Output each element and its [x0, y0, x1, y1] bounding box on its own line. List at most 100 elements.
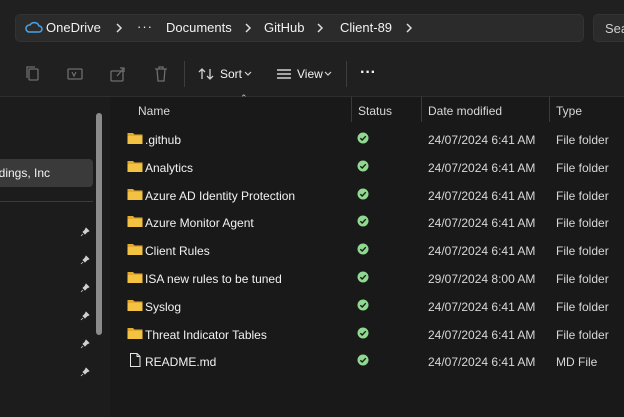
share-icon[interactable] — [108, 64, 128, 84]
file-row[interactable]: README.md 24/07/2024 6:41 AM MD File — [110, 348, 624, 375]
more-options-button[interactable]: ··· — [360, 64, 380, 84]
file-icon — [130, 353, 141, 368]
file-name[interactable]: ISA new rules to be tuned — [145, 272, 282, 286]
onedrive-cloud-icon — [25, 21, 43, 33]
folder-icon — [127, 216, 143, 228]
sidebar-item-label: ldings, Inc — [0, 166, 51, 180]
date-modified: 24/07/2024 6:41 AM — [428, 133, 536, 147]
delete-icon[interactable] — [151, 64, 171, 84]
pin-icon[interactable] — [80, 255, 90, 265]
pin-icon[interactable] — [80, 283, 90, 293]
synced-status-icon — [357, 243, 369, 255]
title-bar: OneDrive ··· Documents GitHub Client-89 … — [0, 0, 624, 52]
folder-icon — [127, 160, 143, 172]
folder-icon — [127, 244, 143, 256]
file-type: File folder — [556, 244, 609, 259]
file-row[interactable]: Client Rules 24/07/2024 6:41 AM File folde… — [110, 237, 624, 264]
file-type: File folder — [556, 133, 609, 147]
file-type: File folder — [556, 188, 609, 203]
sort-ascending-icon: ⌃ — [240, 93, 248, 103]
column-separator[interactable] — [549, 97, 550, 122]
date-modified: 24/07/2024 6:41 AM — [428, 188, 536, 203]
folder-icon — [127, 272, 143, 283]
file-type: File folder — [556, 160, 609, 175]
sort-label: Sort — [220, 67, 243, 81]
folder-icon — [127, 327, 143, 339]
file-row[interactable]: .github 24/07/2024 6:41 AM File folder — [110, 126, 624, 153]
file-name[interactable]: README.md — [145, 355, 216, 369]
breadcrumb-overflow[interactable]: ··· — [137, 19, 153, 34]
copy-icon[interactable] — [23, 64, 43, 84]
column-separator[interactable] — [421, 97, 422, 122]
file-name[interactable]: Syslog — [145, 300, 181, 314]
file-type: File folder — [556, 272, 609, 286]
address-bar[interactable]: OneDrive ··· Documents GitHub Client-89 — [15, 14, 584, 42]
more-icon: ··· — [360, 64, 376, 81]
pin-icon[interactable] — [80, 227, 90, 237]
date-modified: 24/07/2024 6:41 AM — [428, 327, 536, 342]
synced-status-icon — [357, 160, 369, 172]
view-label: View — [297, 67, 323, 81]
folder-icon — [127, 299, 143, 311]
breadcrumb-onedrive[interactable]: OneDrive — [46, 20, 101, 35]
toolbar-separator — [346, 61, 347, 87]
file-row[interactable]: Syslog 24/07/2024 6:41 AM File folder — [110, 293, 624, 320]
navigation-scrollbar[interactable] — [96, 113, 102, 335]
chevron-right-icon[interactable] — [241, 19, 255, 37]
file-name[interactable]: Client Rules — [145, 244, 210, 258]
rename-icon[interactable] — [65, 64, 85, 84]
column-header-name[interactable]: Name — [138, 104, 170, 118]
column-header-type[interactable]: Type — [556, 104, 582, 118]
toolbar-separator — [184, 61, 185, 87]
sidebar-item-selected[interactable]: ldings, Inc — [0, 159, 93, 187]
chevron-right-icon[interactable] — [313, 19, 327, 37]
file-name[interactable]: Azure Monitor Agent — [145, 216, 254, 230]
view-list-icon — [277, 69, 291, 79]
file-name[interactable]: Analytics — [145, 161, 193, 175]
breadcrumb-documents[interactable]: Documents — [166, 20, 232, 35]
file-row[interactable]: ISA new rules to be tuned 29/07/2024 8:00… — [110, 265, 624, 292]
search-box[interactable]: Search — [593, 14, 624, 42]
date-modified: 24/07/2024 6:41 AM — [428, 299, 536, 314]
pin-icon[interactable] — [80, 339, 90, 349]
pin-icon[interactable] — [80, 367, 90, 377]
file-type: File folder — [556, 216, 609, 231]
navigation-pane — [0, 97, 108, 417]
file-name[interactable]: .github — [145, 133, 181, 147]
breadcrumb-client-89[interactable]: Client-89 — [340, 20, 392, 35]
sort-button[interactable]: Sort — [198, 64, 256, 84]
folder-icon — [127, 133, 143, 144]
pin-icon[interactable] — [80, 311, 90, 321]
column-header-date[interactable]: Date modified — [428, 104, 502, 118]
chevron-right-icon[interactable] — [112, 19, 126, 37]
chevron-right-icon[interactable] — [402, 19, 416, 37]
file-type: File folder — [556, 327, 609, 342]
search-placeholder: Search — [605, 21, 624, 36]
file-row[interactable]: Azure Monitor Agent 24/07/2024 6:41 AM Fil… — [110, 209, 624, 236]
chevron-down-icon — [324, 71, 332, 76]
sidebar-divider — [0, 201, 93, 202]
date-modified: 24/07/2024 6:41 AM — [428, 355, 536, 370]
view-button[interactable]: View — [276, 64, 336, 84]
column-header-row: ⌃ Name Status Date modified Type — [110, 93, 624, 124]
synced-status-icon — [357, 354, 369, 366]
date-modified: 29/07/2024 8:00 AM — [428, 272, 536, 286]
file-row[interactable]: Azure AD Identity Protection 24/07/2024 6… — [110, 182, 624, 209]
synced-status-icon — [357, 188, 369, 200]
synced-status-icon — [357, 132, 369, 144]
file-type: MD File — [556, 355, 598, 370]
folder-icon — [127, 188, 143, 200]
date-modified: 24/07/2024 6:41 AM — [428, 244, 536, 259]
synced-status-icon — [357, 215, 369, 227]
column-separator[interactable] — [351, 97, 352, 122]
file-type: File folder — [556, 299, 609, 314]
column-header-status[interactable]: Status — [358, 104, 392, 118]
file-row[interactable]: Analytics 24/07/2024 6:41 AM File folder — [110, 154, 624, 181]
file-list: ⌃ Name Status Date modified Type .github… — [110, 93, 624, 417]
sort-icon — [198, 68, 214, 80]
command-bar: Sort View ··· — [0, 52, 624, 97]
file-row[interactable]: Threat Indicator Tables 24/07/2024 6:41 A… — [110, 321, 624, 348]
breadcrumb-github[interactable]: GitHub — [264, 20, 304, 35]
file-name[interactable]: Azure AD Identity Protection — [145, 189, 295, 203]
file-name[interactable]: Threat Indicator Tables — [145, 328, 267, 342]
